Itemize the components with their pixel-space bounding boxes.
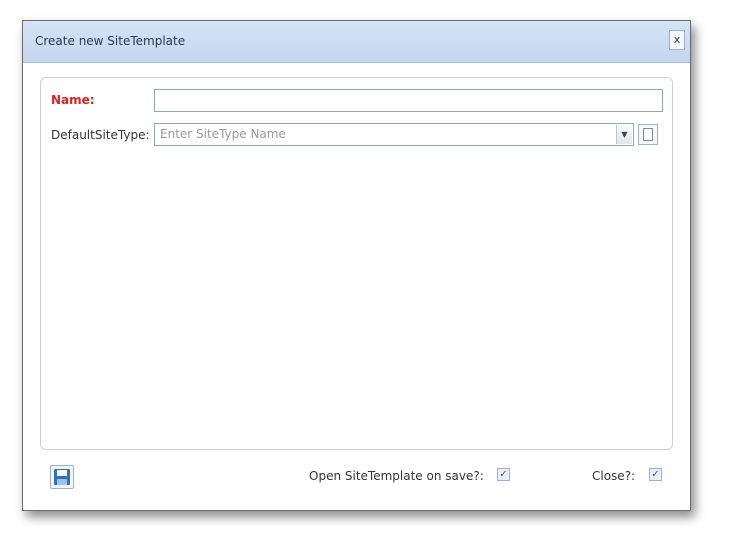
close-button[interactable]: x xyxy=(669,30,685,50)
form-panel: Name: DefaultSiteType: Enter SiteType Na… xyxy=(40,77,673,450)
close-after-save-checkbox[interactable]: ✓ xyxy=(649,468,662,481)
open-on-save-checkbox[interactable]: ✓ xyxy=(497,468,510,481)
triangle-down-icon[interactable]: ▼ xyxy=(616,125,632,144)
create-sitetemplate-dialog: Create new SiteTemplate x Name: DefaultS… xyxy=(22,20,691,511)
browse-site-type-button[interactable] xyxy=(638,124,658,145)
dialog-title: Create new SiteTemplate xyxy=(35,34,186,48)
name-input[interactable] xyxy=(154,89,663,112)
name-label: Name: xyxy=(51,93,95,107)
close-after-save-label: Close?: xyxy=(592,469,636,483)
save-button[interactable] xyxy=(50,465,74,489)
default-site-type-label: DefaultSiteType: xyxy=(51,128,150,142)
floppy-disk-icon xyxy=(54,469,70,485)
document-icon xyxy=(643,128,653,141)
title-bar[interactable]: Create new SiteTemplate x xyxy=(23,21,690,63)
default-site-type-input[interactable]: Enter SiteType Name xyxy=(154,123,634,146)
open-on-save-label: Open SiteTemplate on save?: xyxy=(309,469,484,483)
